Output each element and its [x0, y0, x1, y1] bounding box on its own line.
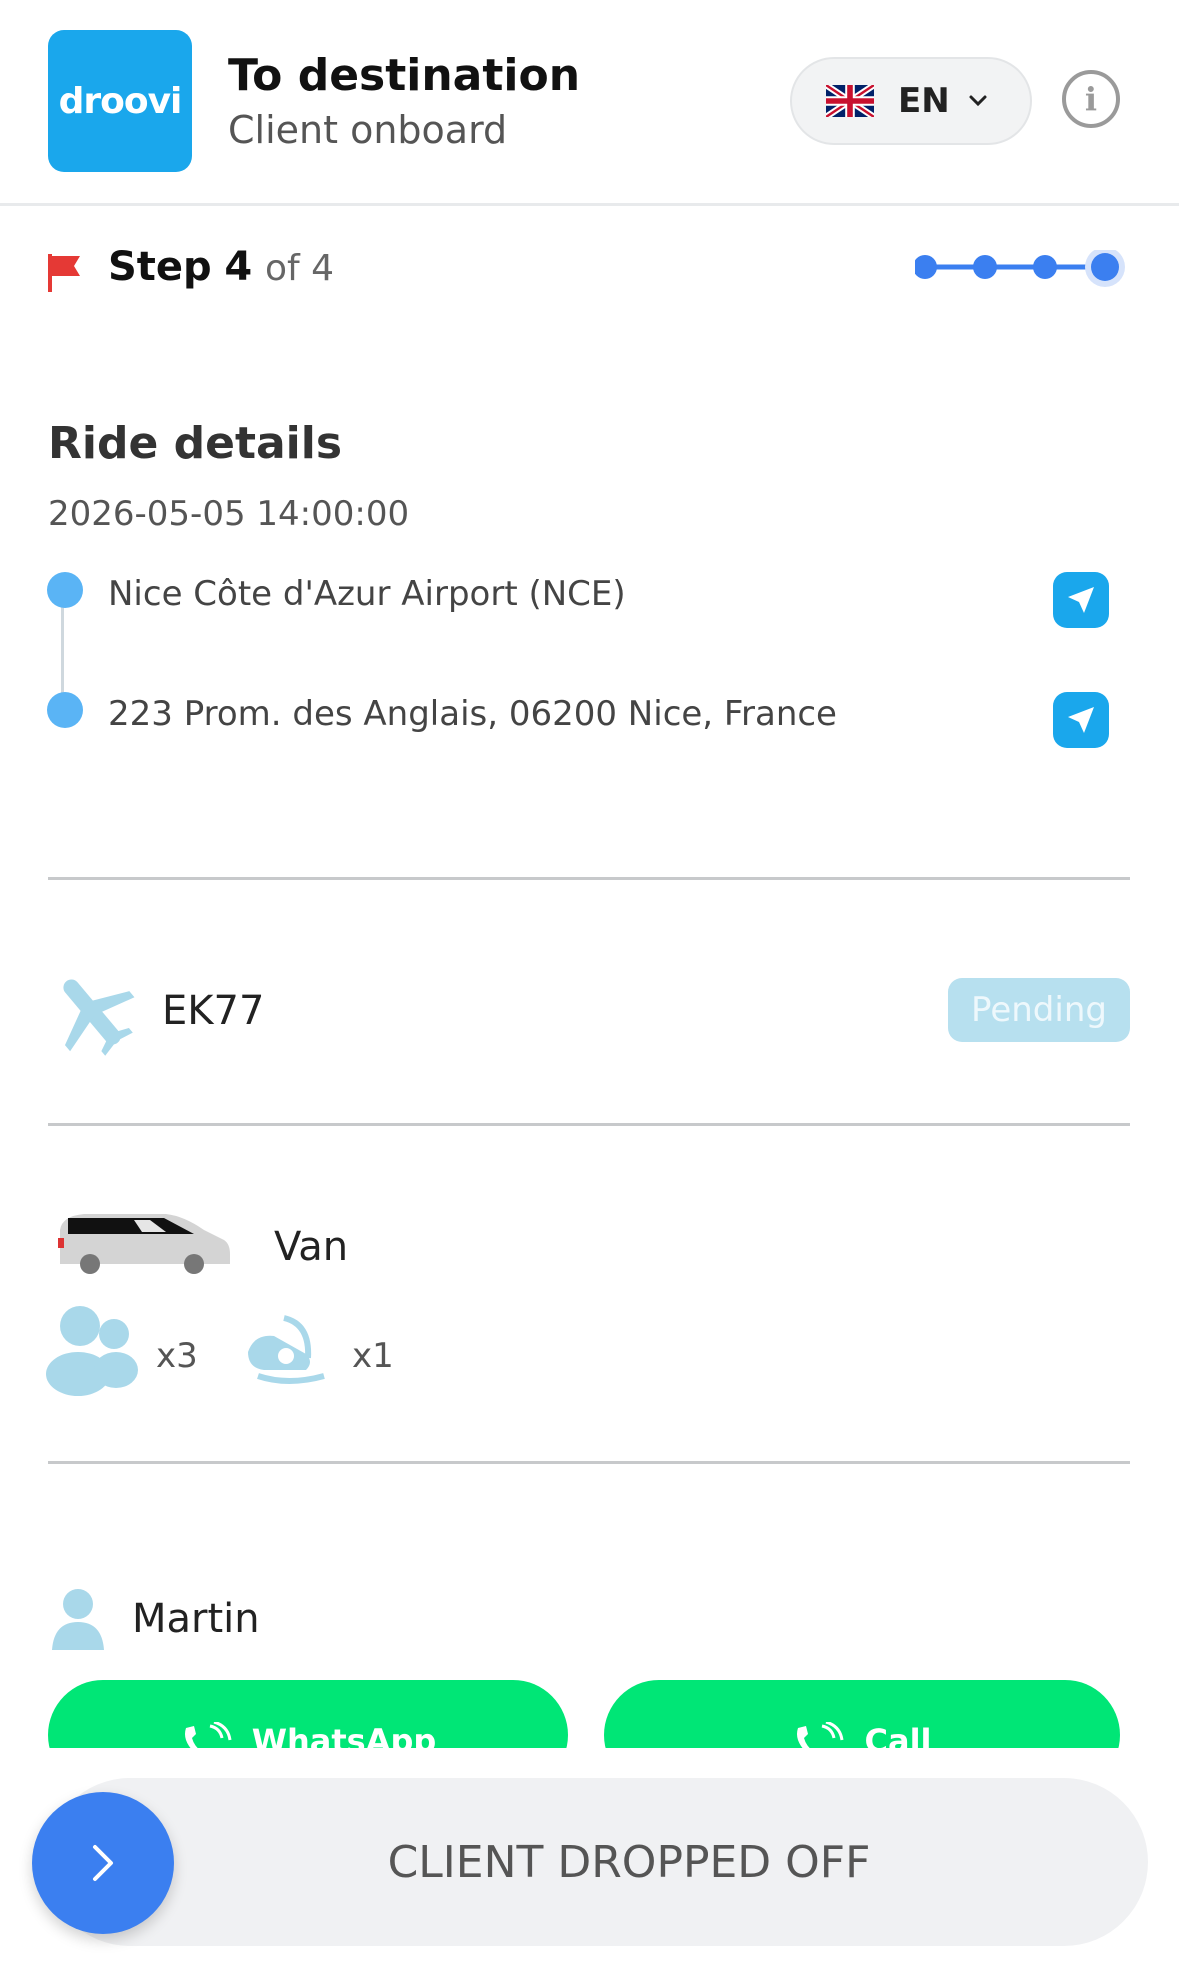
- slide-handle[interactable]: [32, 1792, 174, 1934]
- dropoff-dot: [47, 692, 83, 728]
- passengers-icon: [46, 1306, 138, 1396]
- step-total: of 4: [264, 248, 335, 289]
- step-label: Step: [108, 244, 212, 290]
- client-name: Martin: [132, 1596, 260, 1642]
- section-divider: [48, 1123, 1130, 1126]
- navigation-arrow-icon: [1068, 587, 1094, 613]
- pickup-address: Nice Côte d'Azur Airport (NCE): [108, 574, 626, 614]
- slide-label: CLIENT DROPPED OFF: [387, 1836, 871, 1888]
- info-icon[interactable]: i: [1062, 70, 1120, 128]
- ride-details-title: Ride details: [48, 418, 343, 469]
- section-divider: [48, 1461, 1130, 1464]
- flight-number: EK77: [162, 988, 265, 1034]
- user-icon: [52, 1589, 104, 1650]
- plane-icon: [63, 979, 135, 1056]
- van-icon: [58, 1214, 230, 1274]
- logo-text: droovi: [58, 80, 183, 122]
- dropoff-address: 223 Prom. des Anglais, 06200 Nice, Franc…: [108, 694, 837, 734]
- slide-to-confirm-track[interactable]: CLIENT DROPPED OFF: [46, 1778, 1148, 1946]
- header-divider: [0, 203, 1179, 206]
- app-logo: droovi: [48, 30, 192, 172]
- progress-dot-4: [1091, 253, 1119, 281]
- flight-status-badge: Pending: [948, 978, 1130, 1042]
- chevron-down-icon: [969, 95, 987, 107]
- language-selector[interactable]: EN: [790, 57, 1032, 145]
- step-current: 4: [224, 244, 253, 290]
- flag-icon: [48, 254, 80, 292]
- page-title: To destination: [228, 50, 581, 101]
- child-seat-icon: [248, 1315, 325, 1384]
- vehicle-type: Van: [274, 1224, 349, 1270]
- chevron-right-icon: [93, 1845, 113, 1881]
- progress-dot-2: [973, 255, 997, 279]
- child-seat-count: x1: [352, 1336, 394, 1376]
- progress-dot-1: [915, 255, 937, 279]
- ride-datetime: 2026-05-05 14:00:00: [48, 494, 410, 534]
- pickup-navigate-button[interactable]: [1053, 572, 1109, 628]
- dropoff-navigate-button[interactable]: [1053, 692, 1109, 748]
- language-code: EN: [898, 81, 950, 121]
- pickup-dot: [47, 572, 83, 608]
- step-progress: [915, 250, 1125, 287]
- section-divider: [48, 877, 1130, 880]
- navigation-arrow-icon: [1068, 707, 1094, 733]
- uk-flag-icon: [826, 85, 874, 117]
- passenger-count: x3: [156, 1336, 198, 1376]
- step-indicator: Step 4 of 4: [108, 244, 334, 290]
- progress-dot-3: [1033, 255, 1057, 279]
- page-subtitle: Client onboard: [228, 108, 508, 152]
